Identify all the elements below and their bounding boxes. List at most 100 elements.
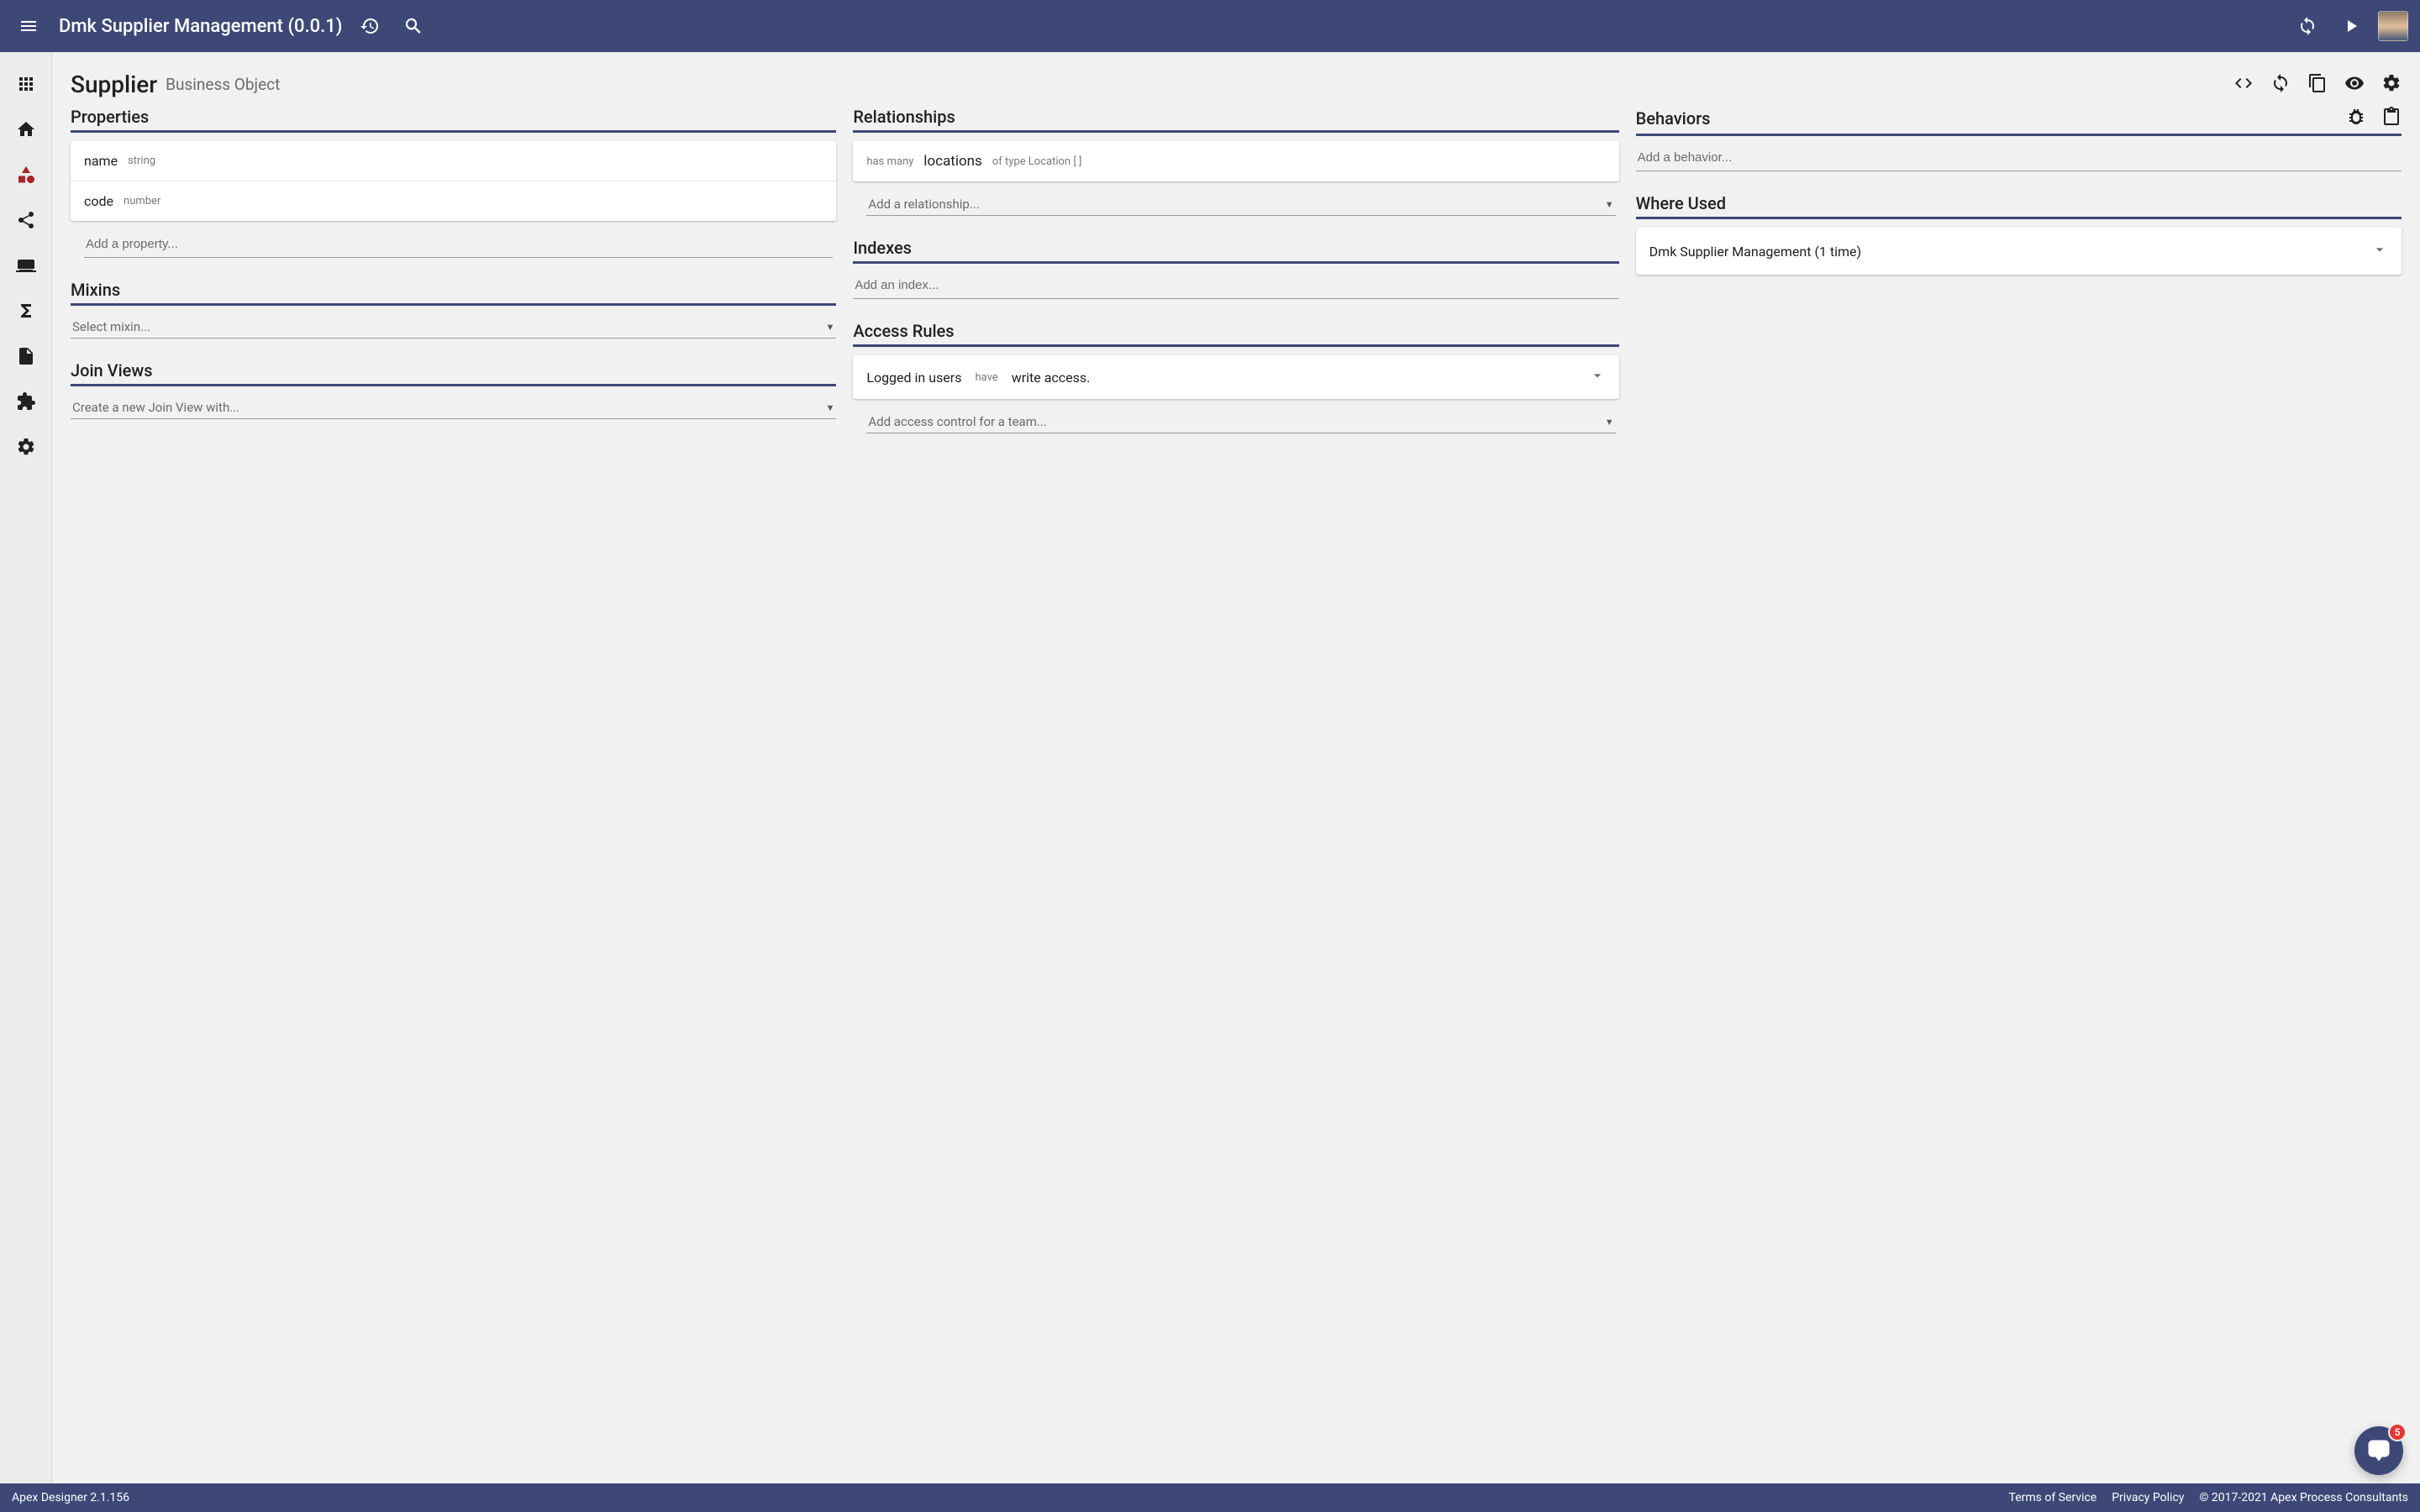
shapes-icon [16, 165, 36, 185]
section-heading: Access Rules [853, 321, 954, 341]
sidebar-files[interactable] [9, 339, 43, 373]
relationship-row[interactable]: has many locations of type Location [ ] [853, 141, 1618, 181]
paste-button[interactable] [2381, 107, 2402, 130]
history-button[interactable] [353, 9, 387, 43]
debug-button[interactable] [2346, 107, 2366, 130]
sidebar-share[interactable] [9, 203, 43, 237]
section-where-used: Where Used Dmk Supplier Management (1 ti… [1636, 193, 2402, 275]
menu-button[interactable] [12, 9, 45, 43]
bug-icon [2346, 107, 2366, 127]
relationship-suffix: of type Location [ ] [992, 155, 1082, 168]
page-title: Supplier [71, 71, 157, 98]
add-relationship[interactable]: Add a relationship... ▼ [866, 192, 1615, 216]
select-mixin[interactable]: Select mixin... ▼ [71, 314, 836, 339]
chat-button[interactable]: 5 [2354, 1426, 2403, 1475]
relationships-list: has many locations of type Location [ ] [853, 141, 1618, 181]
apps-icon [16, 74, 36, 94]
share-icon [16, 210, 36, 230]
sidebar-functions[interactable] [9, 294, 43, 328]
visibility-button[interactable] [2344, 73, 2365, 97]
add-property-input[interactable] [84, 231, 833, 258]
sidebar-apps[interactable] [9, 67, 43, 101]
sidebar-settings[interactable] [9, 430, 43, 464]
relationship-name: locations [923, 153, 982, 170]
where-used-label: Dmk Supplier Management (1 time) [1649, 244, 1861, 260]
select-placeholder: Select mixin... [72, 319, 825, 334]
rule-subject: Logged in users [866, 370, 961, 386]
footer-terms-link[interactable]: Terms of Service [2009, 1491, 2097, 1504]
expand-button[interactable] [1589, 367, 1606, 387]
section-relationships: Relationships has many locations of type… [853, 107, 1618, 216]
sidebar [0, 52, 52, 1483]
search-button[interactable] [397, 9, 430, 43]
search-icon [403, 16, 424, 36]
where-used-item[interactable]: Dmk Supplier Management (1 time) [1636, 228, 2402, 275]
sidebar-shapes[interactable] [9, 158, 43, 192]
menu-icon [18, 16, 39, 36]
code-view-button[interactable] [2233, 73, 2254, 97]
chat-badge: 5 [2388, 1423, 2407, 1441]
copy-icon [2307, 73, 2328, 93]
run-button[interactable] [2334, 9, 2368, 43]
chevron-down-icon: ▼ [1605, 199, 1614, 210]
sidebar-extensions[interactable] [9, 385, 43, 418]
add-access-control[interactable]: Add access control for a team... ▼ [866, 409, 1615, 433]
property-row[interactable]: name string [71, 141, 836, 181]
chevron-down-icon [1589, 367, 1606, 384]
app-title: Dmk Supplier Management (0.0.1) [59, 16, 343, 37]
page-header: Supplier Business Object [71, 71, 2402, 98]
home-icon [16, 119, 36, 139]
section-properties: Properties name string code number [71, 107, 836, 258]
add-index-input[interactable] [853, 272, 1618, 299]
create-join-view[interactable]: Create a new Join View with... ▼ [71, 395, 836, 419]
select-placeholder: Add a relationship... [868, 197, 1604, 212]
property-row[interactable]: code number [71, 181, 836, 221]
refresh-button[interactable] [2291, 9, 2324, 43]
history-icon [360, 16, 380, 36]
properties-list: name string code number [71, 141, 836, 221]
footer: Apex Designer 2.1.156 Terms of Service P… [0, 1483, 2420, 1512]
code-icon [2233, 73, 2254, 93]
rule-object: write access. [1012, 370, 1091, 386]
sync-icon [2297, 16, 2317, 36]
sidebar-devices[interactable] [9, 249, 43, 282]
footer-privacy-link[interactable]: Privacy Policy [2112, 1491, 2184, 1504]
section-join-views: Join Views Create a new Join View with..… [71, 360, 836, 419]
section-heading: Mixins [71, 280, 120, 300]
rule-verb: have [975, 371, 997, 384]
section-indexes: Indexes [853, 238, 1618, 299]
chevron-down-icon: ▼ [825, 402, 834, 413]
app-bar: Dmk Supplier Management (0.0.1) [0, 0, 2420, 52]
section-behaviors: Behaviors [1636, 107, 2402, 171]
section-heading: Indexes [853, 238, 912, 258]
user-avatar[interactable] [2378, 11, 2408, 41]
relationship-prefix: has many [866, 155, 913, 168]
sync-icon [2270, 73, 2291, 93]
sigma-icon [16, 301, 36, 321]
main-content: Supplier Business Object [52, 52, 2420, 1483]
sidebar-home[interactable] [9, 113, 43, 146]
access-rule-row[interactable]: Logged in users have write access. [853, 355, 1618, 399]
page-refresh-button[interactable] [2270, 73, 2291, 97]
chat-icon [2366, 1438, 2391, 1463]
add-behavior-input[interactable] [1636, 144, 2402, 171]
section-heading: Where Used [1636, 193, 1726, 213]
section-access-rules: Access Rules Logged in users have write … [853, 321, 1618, 433]
footer-copyright: © 2017-2021 Apex Process Consultants [2199, 1491, 2408, 1504]
copy-button[interactable] [2307, 73, 2328, 97]
section-heading: Relationships [853, 107, 955, 127]
gear-icon [2381, 73, 2402, 93]
chevron-down-icon: ▼ [825, 322, 834, 333]
chevron-down-icon: ▼ [1605, 417, 1614, 428]
access-rules-list: Logged in users have write access. [853, 355, 1618, 399]
property-name: code [84, 193, 113, 209]
select-placeholder: Create a new Join View with... [72, 400, 825, 415]
property-type: number [124, 195, 160, 207]
select-placeholder: Add access control for a team... [868, 414, 1604, 429]
footer-app-name: Apex Designer 2.1.156 [12, 1491, 129, 1504]
expand-button[interactable] [2371, 241, 2388, 261]
property-name: name [84, 153, 118, 169]
clipboard-icon [2381, 107, 2402, 127]
extension-icon [16, 391, 36, 412]
page-settings-button[interactable] [2381, 73, 2402, 97]
